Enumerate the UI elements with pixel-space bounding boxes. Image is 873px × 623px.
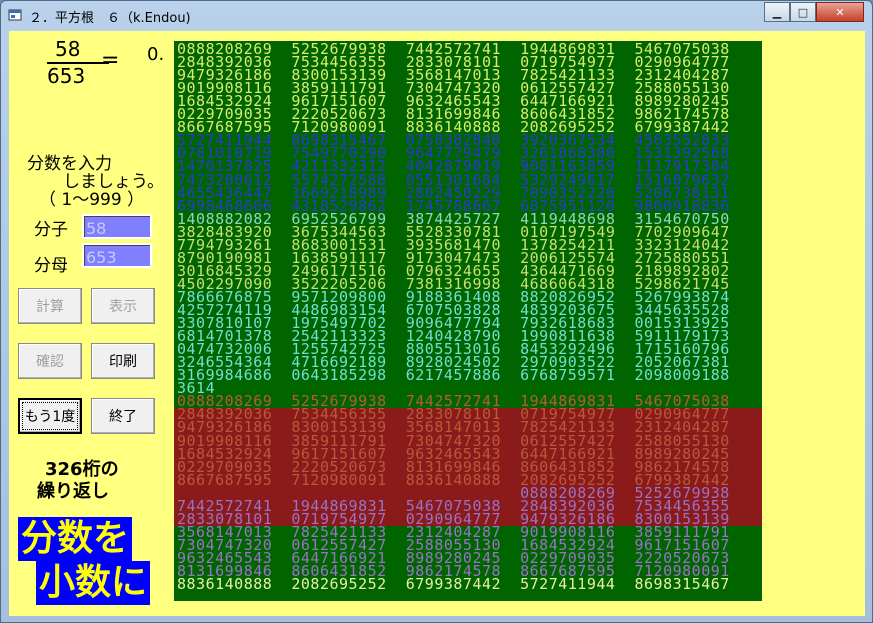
decimal-display-panel: 0888208269 5252679938 7442572741 1944869…: [174, 41, 762, 601]
title-bar[interactable]: ２．平方根 ６（k.Endou) ▁ □ ✕: [1, 1, 872, 29]
repeat-label-text: 繰り返し: [37, 481, 109, 502]
numerator-input[interactable]: 58: [82, 214, 152, 239]
equals-sign: =: [101, 48, 120, 73]
show-button[interactable]: 表示: [91, 288, 155, 324]
decimal-prefix: 0.: [147, 44, 165, 65]
numerator-label: 分子: [34, 220, 68, 240]
maximize-button[interactable]: □: [790, 2, 816, 22]
client-area: 58 653 = 0. 分数を入力 しましょう。 （ 1〜999 ） 分子 58…: [9, 31, 865, 616]
digit-row: 8836140888 2082695252 6799387442 5727411…: [177, 575, 730, 594]
minimize-button[interactable]: ▁: [764, 2, 790, 22]
calc-button[interactable]: 計算: [18, 288, 82, 324]
banner-decimal: 小数に: [36, 561, 151, 605]
fraction-numerator: 58: [55, 37, 81, 61]
banner-fraction: 分数を: [18, 517, 133, 561]
fraction-denominator: 653: [47, 64, 86, 88]
digit-row: 3169984686 0643185298 6217457886 6768759…: [177, 366, 730, 385]
denominator-input[interactable]: 653: [82, 243, 152, 268]
denominator-label: 分母: [34, 256, 68, 276]
prompt-line-3: （ 1〜999 ）: [39, 190, 145, 210]
app-window: ２．平方根 ６（k.Endou) ▁ □ ✕ 58 653 = 0. 分数を入力…: [0, 0, 873, 623]
window-title: ２．平方根 ６（k.Endou): [29, 11, 191, 26]
print-button[interactable]: 印刷: [91, 343, 155, 379]
app-icon: [8, 9, 22, 21]
close-button[interactable]: ✕: [816, 2, 864, 22]
confirm-button[interactable]: 確認: [18, 343, 82, 379]
again-button[interactable]: もう1度: [18, 398, 82, 434]
end-button[interactable]: 終了: [91, 398, 155, 434]
